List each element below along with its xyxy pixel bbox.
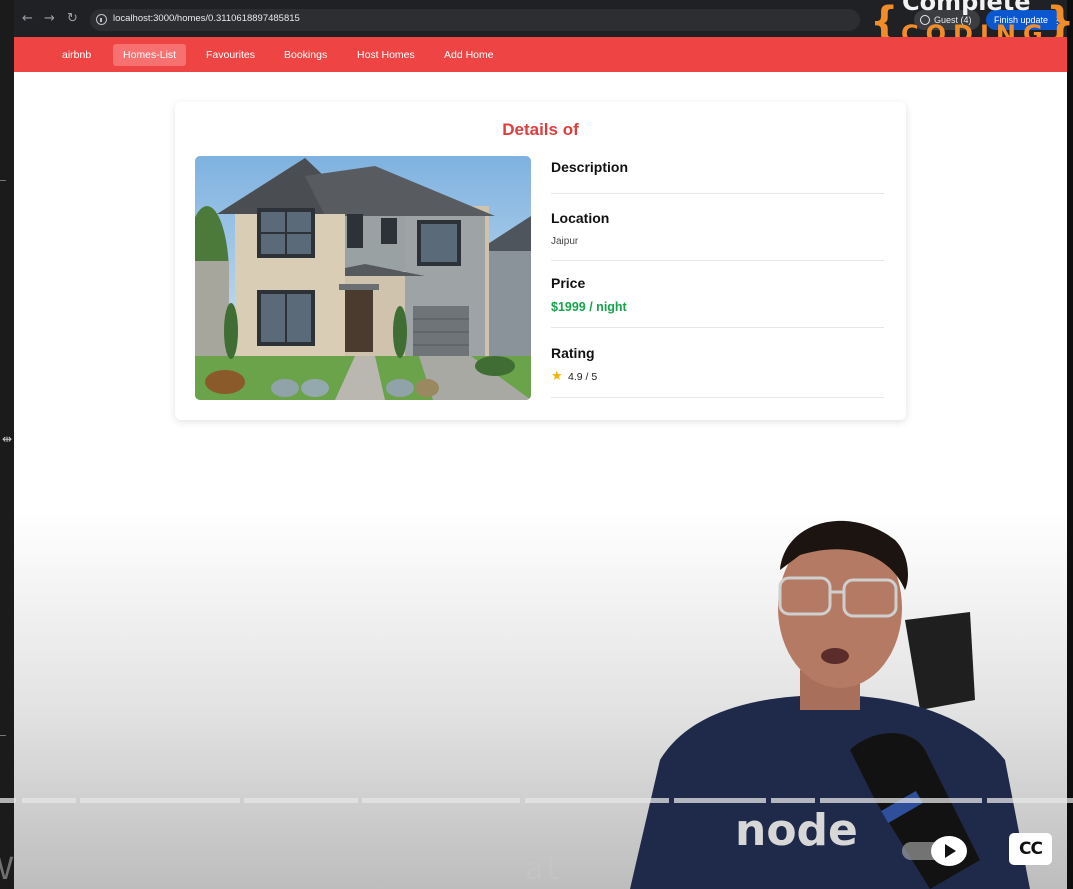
webcam-presenter: node (620, 500, 1073, 889)
profile-button[interactable]: Guest (4) (914, 10, 980, 30)
nav-link-host-homes[interactable]: Host Homes (347, 44, 425, 66)
closed-captions-button[interactable]: CC (1009, 833, 1052, 865)
price-value: $1999 / night (551, 300, 627, 314)
home-photo (195, 156, 531, 400)
address-bar[interactable]: localhost:3000/homes/0.3110618897485815 (90, 9, 860, 31)
guest-profile-icon (920, 15, 930, 25)
video-chapter-bar[interactable] (0, 798, 1073, 803)
chapter-segment[interactable] (525, 798, 669, 803)
nav-link-favourites[interactable]: Favourites (196, 44, 265, 66)
browser-toolbar: ← → ↻ localhost:3000/homes/0.31106188974… (14, 0, 1067, 37)
price-label: Price (551, 275, 586, 291)
nav-link-airbnb[interactable]: airbnb (52, 44, 101, 66)
location-section: Location Jaipur (551, 204, 884, 261)
chapter-segment[interactable] (0, 798, 16, 803)
finish-update-label: Finish update (994, 15, 1049, 25)
back-arrow-icon[interactable]: ← (22, 11, 33, 27)
location-value: Jaipur (551, 236, 579, 247)
presenter-figure: node (630, 520, 1030, 889)
chapter-segment[interactable] (771, 798, 815, 803)
description-label: Description (551, 159, 629, 175)
chapter-segment[interactable] (362, 798, 520, 803)
profile-label: Guest (4) (934, 15, 972, 25)
nav-link-bookings[interactable]: Bookings (274, 44, 337, 66)
house-illustration (195, 156, 531, 400)
autoplay-toggle[interactable] (902, 836, 968, 866)
site-info-icon[interactable] (96, 14, 107, 25)
home-details-card: Details of Description Location Jaipur P… (175, 102, 906, 420)
ghost-caption-left: V (0, 852, 15, 887)
chapter-segment[interactable] (987, 798, 1073, 803)
chapter-segment[interactable] (22, 798, 76, 803)
ghost-caption: al (525, 852, 562, 887)
reload-icon[interactable]: ↻ (67, 11, 78, 27)
strip-mark (0, 180, 6, 181)
rating-section: Rating ★ 4.9 / 5 (551, 340, 884, 398)
card-title: Details of (502, 120, 579, 139)
description-section: Description (551, 152, 884, 194)
chapter-segment[interactable] (244, 798, 358, 803)
chapter-segment[interactable] (80, 798, 240, 803)
strip-mark (0, 735, 6, 736)
rating-value: 4.9 / 5 (568, 371, 598, 383)
forward-arrow-icon[interactable]: → (44, 11, 55, 27)
chapter-segment[interactable] (674, 798, 766, 803)
kebab-menu-icon[interactable]: ⋮ (1053, 15, 1062, 25)
app-navbar: airbnb Homes-List Favourites Bookings Ho… (14, 37, 1067, 72)
price-section: Price $1999 / night (551, 271, 884, 328)
nav-link-add-home[interactable]: Add Home (434, 44, 504, 66)
url-text[interactable]: localhost:3000/homes/0.3110618897485815 (113, 13, 300, 24)
star-icon: ★ (551, 369, 563, 384)
rating-label: Rating (551, 345, 595, 361)
nav-link-homes-list[interactable]: Homes-List (113, 44, 187, 66)
play-icon[interactable] (931, 836, 967, 866)
resize-handle-icon[interactable]: ⇹ (2, 418, 12, 460)
location-label: Location (551, 210, 610, 226)
cc-label: CC (1019, 839, 1043, 859)
finish-update-button[interactable]: Finish update ⋮ (986, 10, 1064, 30)
chapter-segment[interactable] (820, 798, 982, 803)
editor-side-strip: ⇹ (0, 0, 14, 889)
svg-text:node: node (735, 805, 858, 856)
